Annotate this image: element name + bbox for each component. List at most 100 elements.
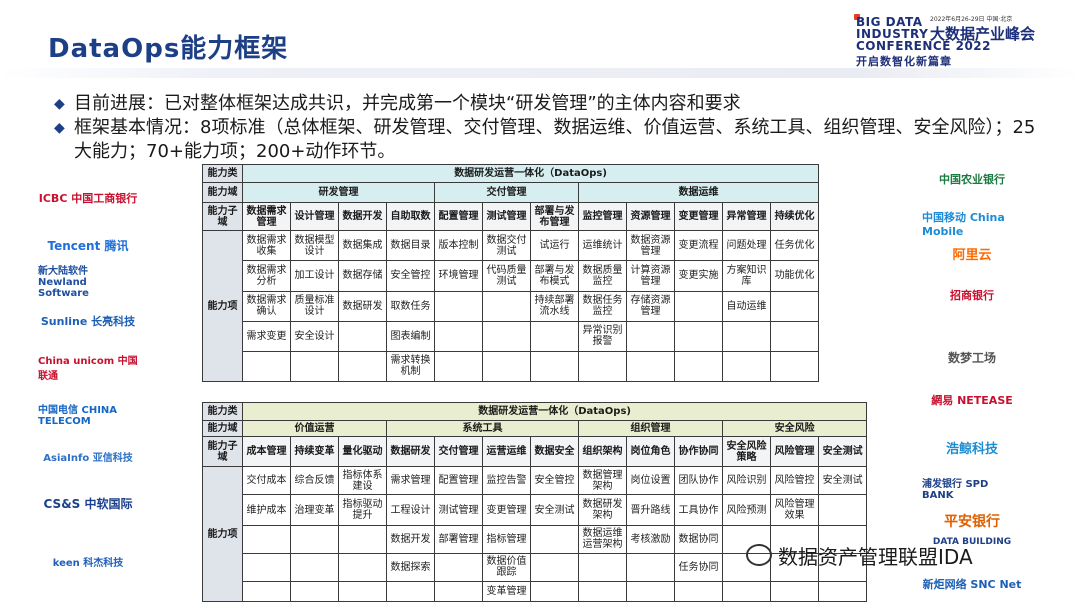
item-cell: 数据目录	[386, 230, 435, 262]
conference-logo: BIG DATA INDUSTRY CONFERENCE 2022 2022年6…	[848, 10, 1048, 68]
item-cell: 自动运维	[722, 290, 771, 322]
item-cell: 考核激励	[626, 524, 675, 554]
item-cell: 图表编制	[386, 320, 435, 352]
item-cell: 变更流程	[674, 230, 723, 262]
netease-logo: 網易 NETEASE	[922, 388, 1022, 412]
item-cell: 数据质量监控	[578, 260, 627, 292]
item-cell: 维护成本	[242, 494, 291, 526]
snc-net-logo: 新炬网络 SNC Net	[922, 568, 1022, 600]
item-cell	[242, 524, 291, 554]
item-cell	[674, 580, 723, 603]
item-cell: 持续部署流水线	[530, 290, 579, 322]
subdomain-cell: 异常管理	[722, 202, 771, 232]
item-cell	[530, 552, 579, 582]
item-cell	[338, 350, 387, 383]
item-cell	[338, 580, 387, 603]
item-cell: 工程设计	[386, 494, 435, 526]
subdomain-cell: 运营运维	[482, 436, 531, 468]
item-cell: 计算资源管理	[626, 260, 675, 292]
item-cell: 交付成本	[242, 466, 291, 496]
item-cell: 需求管理	[386, 466, 435, 496]
subdomain-cell: 岗位角色	[626, 436, 675, 468]
item-cell	[242, 580, 291, 603]
item-cell	[817, 580, 868, 603]
subdomain-cell: 变更管理	[674, 202, 723, 232]
item-cell: 数据需求分析	[242, 260, 291, 292]
china-unicom-logo: China unicom 中国联通	[38, 342, 138, 392]
subdomain-cell: 测试管理	[482, 202, 531, 232]
subdomain-cell: 持续优化	[769, 202, 820, 232]
item-cell: 安全测试	[530, 494, 579, 526]
subdomain-cell: 安全测试	[817, 436, 868, 468]
item-cell	[626, 350, 675, 383]
item-cell: 代码质量测试	[482, 260, 531, 292]
item-cell: 运维统计	[578, 230, 627, 262]
item-cell	[770, 580, 819, 603]
subdomain-cell: 交付管理	[434, 436, 483, 468]
item-cell: 需求变更	[242, 320, 291, 352]
item-cell: 需求转换机制	[386, 350, 435, 383]
category-value: 数据研发运营一体化（DataOps)	[241, 163, 820, 184]
newland-logo: 新大陆软件 Newland Software	[38, 263, 138, 299]
divider-band	[0, 68, 1080, 78]
item-cell	[434, 290, 483, 322]
item-cell	[626, 580, 675, 603]
item-cell: 安全管控	[386, 260, 435, 292]
item-cell	[674, 350, 723, 383]
item-cell	[626, 320, 675, 352]
icbc-logo: ICBC 中国工商银行	[38, 170, 138, 226]
asiainfo-logo: AsiaInfo 亚信科技	[38, 436, 138, 476]
item-cell	[530, 524, 579, 554]
item-cell: 指标驱动提升	[338, 494, 387, 526]
item-cell: 变革管理	[482, 580, 531, 603]
item-cell: 环境管理	[434, 260, 483, 292]
item-cell	[434, 580, 483, 603]
item-cell: 安全测试	[817, 466, 868, 496]
item-cell: 取数任务	[386, 290, 435, 322]
item-cell: 指标管理	[482, 524, 531, 554]
item-cell: 数据资源管理	[626, 230, 675, 262]
item-cell: 测试管理	[434, 494, 483, 526]
domain-cell: 数据运维	[577, 182, 820, 204]
item-cell: 数据需求确认	[242, 290, 291, 322]
item-cell: 数据存储	[338, 260, 387, 292]
item-cell: 试运行	[530, 230, 579, 262]
domain-label: 能力域	[202, 182, 243, 204]
item-cell	[530, 580, 579, 603]
item-cell: 晋升路线	[626, 494, 675, 526]
item-cell: 数据交付测试	[482, 230, 531, 262]
page-title: DataOps能力框架	[48, 34, 289, 64]
item-cell: 数据探索	[386, 552, 435, 582]
item-cell	[769, 290, 820, 322]
subdomain-cell: 协作协同	[674, 436, 723, 468]
subdomain-cell: 数据开发	[338, 202, 387, 232]
spd-bank-logo: 浦发银行 SPD BANK	[922, 470, 1022, 506]
item-cell	[482, 290, 531, 322]
item-cell: 指标体系建设	[338, 466, 387, 496]
subdomain-cell: 安全风险策略	[722, 436, 771, 468]
css-logo: CS&S 中软国际	[38, 480, 138, 526]
item-cell	[338, 524, 387, 554]
conference-cn-name: 大数据产业峰会	[930, 25, 1036, 43]
item-cell	[434, 552, 483, 582]
item-cell	[722, 350, 771, 383]
item-cell: 治理变革	[290, 494, 339, 526]
item-label: 能力项	[202, 230, 243, 382]
item-cell: 安全管控	[530, 466, 579, 496]
item-cell	[434, 320, 483, 352]
item-cell: 数据任务监控	[578, 290, 627, 322]
item-cell	[290, 552, 339, 582]
domain-cell: 安全风险	[721, 420, 868, 438]
item-cell: 异常识别报警	[578, 320, 627, 352]
item-cell: 数据集成	[338, 230, 387, 262]
item-cell: 数据研发	[338, 290, 387, 322]
item-cell: 风险识别	[722, 466, 771, 496]
domain-cell: 组织管理	[578, 420, 723, 438]
item-cell: 工具协作	[674, 494, 723, 526]
item-cell: 监控告警	[482, 466, 531, 496]
item-cell: 数据研发架构	[578, 494, 627, 526]
item-cell	[434, 350, 483, 383]
item-cell: 岗位设置	[626, 466, 675, 496]
wechat-icon	[746, 544, 772, 566]
item-cell: 数据需求收集	[242, 230, 291, 262]
